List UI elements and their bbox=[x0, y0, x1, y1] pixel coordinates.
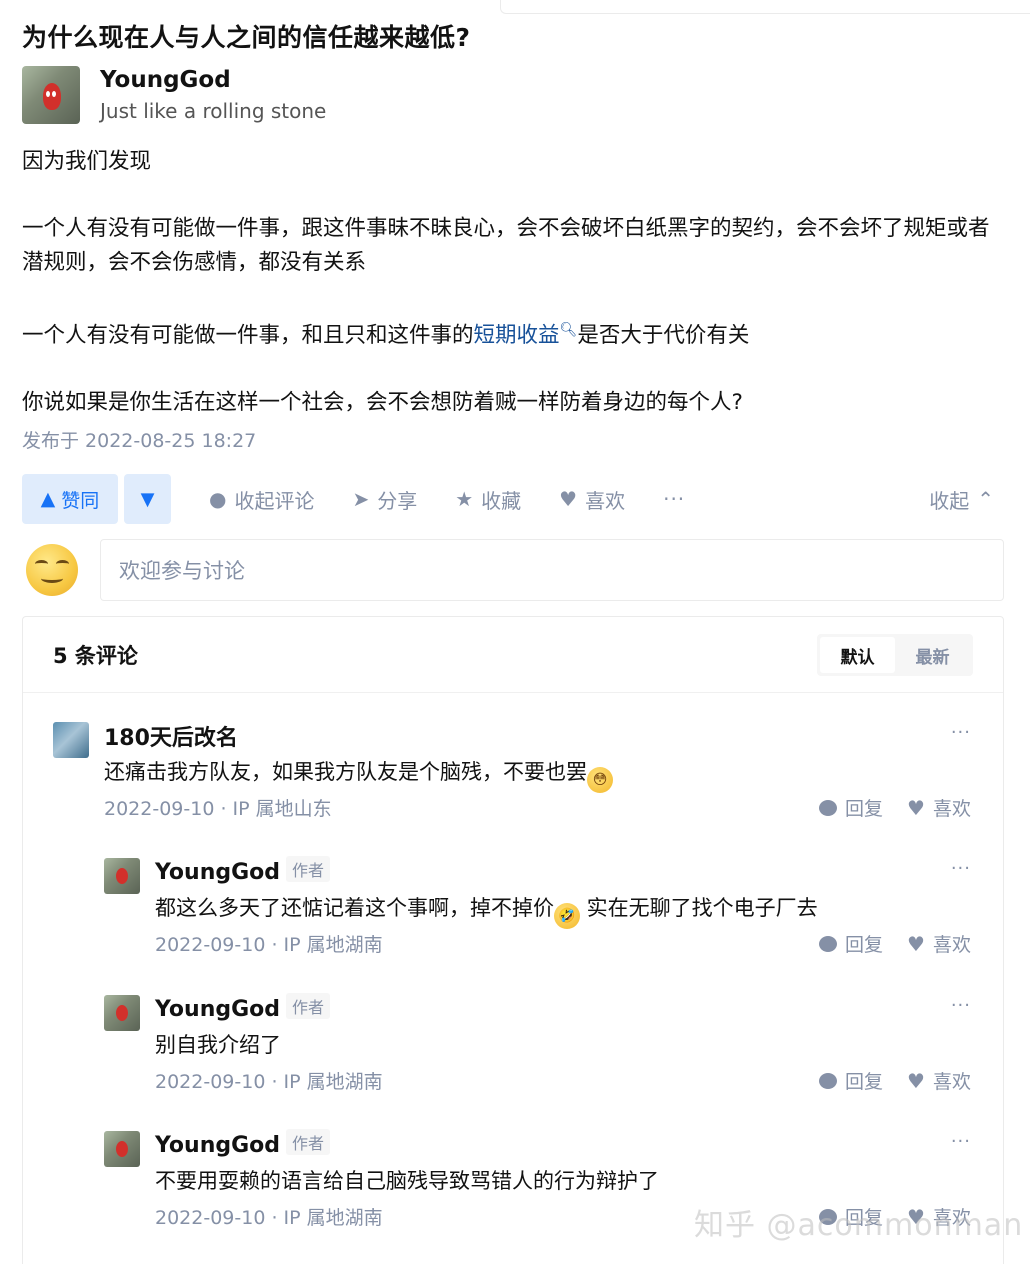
reply-item: YoungGod 作者 别自我介绍了 2022-09-10 · IP 属地湖南 ·… bbox=[104, 993, 971, 1105]
commenter-name[interactable]: YoungGod 作者 bbox=[155, 1129, 331, 1158]
comment-composer: 欢迎参与讨论 bbox=[22, 538, 1004, 602]
like-button[interactable]: ♥ 喜欢 bbox=[559, 485, 625, 514]
commenter-name[interactable]: 180天后改名 bbox=[104, 720, 238, 752]
more-button[interactable]: ··· bbox=[663, 487, 685, 511]
comment-like-button[interactable]: ♥ 喜欢 bbox=[907, 1067, 971, 1094]
author-name[interactable]: YoungGod bbox=[100, 66, 326, 94]
emoji-icon: 😳 bbox=[587, 767, 613, 793]
commenter-avatar[interactable] bbox=[53, 722, 89, 758]
triangle-down-icon: ▼ bbox=[140, 488, 155, 510]
comment-meta: 2022-09-10 · IP 属地湖南 bbox=[155, 1207, 383, 1229]
question-title[interactable]: 为什么现在人与人之间的信任越来越低? bbox=[22, 18, 471, 54]
answer-content: 因为我们发现 一个人有没有可能做一件事，跟这件事昧不昧良心，会不会破坏白纸黑字的… bbox=[22, 145, 1002, 453]
comment-meta: 2022-09-10 · IP 属地山东 bbox=[104, 798, 332, 820]
author-avatar[interactable] bbox=[22, 66, 80, 124]
favorite-button[interactable]: ★ 收藏 bbox=[455, 485, 521, 514]
answer-paragraph: 一个人有没有可能做一件事，跟这件事昧不昧良心，会不会破坏白纸黑字的契约，会不会坏… bbox=[22, 216, 990, 275]
comment-text: 还痛击我方队友，如果我方队友是个脑残，不要也罢 😳 bbox=[104, 756, 613, 793]
triangle-up-icon: ▲ bbox=[40, 488, 56, 510]
comment-more-button[interactable]: ··· bbox=[951, 858, 971, 879]
share-button[interactable]: ➤ 分享 bbox=[352, 485, 417, 514]
sort-latest-tab[interactable]: 最新 bbox=[895, 637, 970, 673]
comment-more-button[interactable]: ··· bbox=[951, 995, 971, 1016]
answer-paragraph: 你说如果是你生活在这样一个社会，会不会想防着贼一样防着身边的每个人? bbox=[22, 390, 743, 416]
author-info: YoungGod Just like a rolling stone bbox=[22, 66, 326, 126]
comment-item: 180天后改名 还痛击我方队友，如果我方队友是个脑残，不要也罢 😳 2022-09… bbox=[53, 722, 971, 832]
comment-text: 别自我介绍了 bbox=[155, 1033, 281, 1057]
downvote-button[interactable]: ▼ bbox=[124, 474, 171, 524]
comment-meta: 2022-09-10 · IP 属地湖南 bbox=[155, 1071, 383, 1093]
reply-icon bbox=[819, 935, 838, 952]
comment-text: 不要用耍赖的语言给自己脑残导致骂错人的行为辩护了 bbox=[155, 1169, 659, 1193]
upvote-button[interactable]: ▲ 赞同 bbox=[22, 474, 118, 524]
star-icon: ★ bbox=[455, 487, 474, 511]
heart-icon: ♥ bbox=[559, 487, 578, 511]
author-badge: 作者 bbox=[286, 856, 331, 882]
heart-icon: ♥ bbox=[907, 1068, 925, 1093]
comment-actions: 回复 ♥ 喜欢 bbox=[819, 1067, 971, 1094]
answer-paragraph: 因为我们发现 bbox=[22, 149, 152, 174]
author-badge: 作者 bbox=[286, 1129, 331, 1155]
author-badge: 作者 bbox=[286, 993, 331, 1019]
comment-actions: 回复 ♥ 喜欢 bbox=[819, 930, 971, 957]
comment-like-button[interactable]: ♥ 喜欢 bbox=[907, 794, 971, 821]
comment-meta: 2022-09-10 · IP 属地湖南 bbox=[155, 934, 383, 956]
answer-paragraph: 一个人有没有可能做一件事，和且只和这件事的短期收益🔍︎是否大于代价有关 bbox=[22, 322, 750, 349]
heart-icon: ♥ bbox=[907, 795, 925, 820]
publish-time[interactable]: 发布于 2022-08-25 18:27 bbox=[22, 426, 256, 453]
commenter-avatar[interactable] bbox=[104, 858, 140, 894]
user-avatar bbox=[26, 544, 78, 596]
reply-icon bbox=[819, 799, 838, 816]
search-icon[interactable]: 🔍︎ bbox=[560, 322, 578, 338]
collapse-answer-button[interactable]: 收起 ⌃ bbox=[929, 485, 994, 514]
share-icon: ➤ bbox=[352, 487, 370, 511]
commenter-avatar[interactable] bbox=[104, 995, 140, 1031]
commenter-name[interactable]: YoungGod 作者 bbox=[155, 993, 331, 1022]
comment-input[interactable]: 欢迎参与讨论 bbox=[100, 539, 1004, 601]
reply-icon bbox=[819, 1072, 838, 1089]
author-bio: Just like a rolling stone bbox=[100, 99, 327, 123]
commenter-avatar[interactable] bbox=[104, 1131, 140, 1167]
reply-button[interactable]: 回复 bbox=[819, 930, 883, 957]
comments-panel: 5 条评论 默认 最新 180天后改名 还痛击我方队友，如果我方队友是个脑残，不… bbox=[22, 616, 1004, 1264]
reply-item: YoungGod 作者 都这么多天了还惦记着这个事啊，掉不掉价 🤣 实在无聊了找个电… bbox=[104, 856, 971, 968]
heart-icon: ♥ bbox=[907, 931, 925, 956]
laugh-cry-emoji-icon: 🤣 bbox=[554, 903, 580, 929]
keyword-link[interactable]: 短期收益 bbox=[474, 323, 560, 348]
watermark: 知乎 @acommonman bbox=[694, 1208, 1024, 1243]
action-bar: ▲ 赞同 ▼ ● 收起评论 ➤ 分享 ★ 收藏 ♥ 喜欢 ··· 收起 ⌃ bbox=[22, 474, 1002, 524]
comment-text: 都这么多天了还惦记着这个事啊，掉不掉价 🤣 实在无聊了找个电子厂去 bbox=[155, 892, 818, 929]
comment-icon: ● bbox=[209, 487, 227, 511]
reply-button[interactable]: 回复 bbox=[819, 1067, 883, 1094]
chevron-up-icon: ⌃ bbox=[977, 487, 994, 511]
reply-button[interactable]: 回复 bbox=[819, 794, 883, 821]
comment-like-button[interactable]: ♥ 喜欢 bbox=[907, 930, 971, 957]
top-border bbox=[500, 0, 1030, 14]
comment-more-button[interactable]: ··· bbox=[951, 1131, 971, 1152]
collapse-comments-button[interactable]: ● 收起评论 bbox=[209, 485, 314, 514]
sort-default-tab[interactable]: 默认 bbox=[820, 637, 895, 673]
comment-count: 5 条评论 bbox=[53, 643, 138, 668]
comment-more-button[interactable]: ··· bbox=[951, 722, 971, 743]
sort-toggle: 默认 最新 bbox=[817, 634, 973, 676]
commenter-name[interactable]: YoungGod 作者 bbox=[155, 856, 331, 885]
comment-actions: 回复 ♥ 喜欢 bbox=[819, 794, 971, 821]
